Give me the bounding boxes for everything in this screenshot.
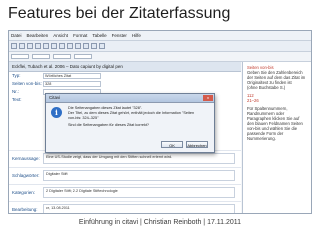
save-icon[interactable] — [27, 43, 33, 49]
page-check-dialog: Citavi x i Die Seitenangaben dieses Zita… — [45, 93, 215, 153]
dialog-question: Sind die Seitenangaben für dieses Zitat … — [68, 123, 150, 128]
detail-row-kategorien: Kategorien: 2 Digitaler Stift; 2.2 Digit… — [9, 184, 241, 201]
citavi-window: Datei Bearbeiten Ansicht Format Tabelle … — [8, 30, 312, 214]
menu-item-fenster[interactable]: Fenster — [112, 33, 127, 38]
menu-item-bearbeiten[interactable]: Bearbeiten — [27, 33, 49, 38]
dialog-message: Der Titel, zu dem dieses Zitat gehört, e… — [68, 110, 195, 115]
reference-header: Eckflei, Tubach et al. 2006 – Dato capiu… — [9, 62, 241, 72]
type-field[interactable]: Wörtliches Zitat — [43, 73, 101, 79]
editing-field[interactable]: cr, 13.08.2011 — [43, 204, 235, 213]
color-dropdown[interactable] — [74, 54, 92, 59]
keywords-label[interactable]: Schlagwörter: — [12, 173, 40, 178]
pages-field[interactable]: 328 — [43, 81, 101, 87]
menu-item-ansicht[interactable]: Ansicht — [53, 33, 68, 38]
info-icon: i — [51, 107, 62, 118]
pages-label[interactable]: Seiten von-bis: — [12, 81, 42, 86]
paste-icon[interactable] — [51, 43, 57, 49]
style-dropdown[interactable] — [11, 54, 29, 59]
cut-icon[interactable] — [35, 43, 41, 49]
new-icon[interactable] — [11, 43, 17, 49]
menu-item-datei[interactable]: Datei — [11, 33, 22, 38]
underline-icon[interactable] — [91, 43, 97, 49]
text-label: Text: — [12, 97, 22, 102]
help-sidepane: Seiten von-bis Geben Sie den Zahlenberei… — [242, 62, 311, 213]
form-row-type: Typ: Wörtliches Zitat — [9, 72, 241, 80]
categories-field[interactable]: 2 Digitaler Stift; 2.2 Digitale Stiftech… — [43, 187, 235, 198]
dialog-title: Citavi x — [46, 94, 214, 103]
italic-icon[interactable] — [83, 43, 89, 49]
menu-item-hilfe[interactable]: Hilfe — [132, 33, 141, 38]
kernaussage-label: Kernaussage: — [12, 156, 40, 161]
redo-icon[interactable] — [67, 43, 73, 49]
undo-icon[interactable] — [59, 43, 65, 49]
dialog-buttons: OK Abbrechen — [158, 141, 208, 148]
dialog-body: i Die Seitenangaben dieses Zitat lautet … — [46, 103, 214, 128]
kernaussage-field[interactable]: Eine US-Studie zeigt, dass der Umgang mi… — [43, 153, 235, 164]
type-label[interactable]: Typ: — [12, 73, 21, 78]
categories-label[interactable]: Kategorien: — [12, 190, 35, 195]
help-line: Nummerierung. — [247, 136, 276, 141]
open-icon[interactable] — [19, 43, 25, 49]
font-dropdown[interactable] — [32, 54, 50, 59]
search-icon[interactable] — [99, 43, 105, 49]
number-label: Nr.: — [12, 89, 20, 94]
menubar: Datei Bearbeiten Ansicht Format Tabelle … — [9, 31, 311, 41]
keywords-field[interactable]: Digitaler Stift — [43, 170, 235, 181]
ok-button[interactable]: OK — [161, 141, 183, 148]
form-row-pages: Seiten von-bis: 328 — [9, 80, 241, 88]
slide-title: Features bei der Zitaterfassung — [8, 5, 231, 22]
detail-row-schlagwoerter: Schlagwörter: Digitaler Stift — [9, 167, 241, 184]
toolbar — [9, 41, 311, 52]
menu-item-format[interactable]: Format — [73, 33, 87, 38]
quote-details: Kernaussage: Eine US-Studie zeigt, dass … — [9, 150, 241, 213]
slide-footer: Einführung in citavi | Christian Reinbot… — [78, 219, 242, 226]
detail-row-bearbeitung: Bearbeitung: cr, 13.08.2011 — [9, 201, 241, 213]
close-icon[interactable]: x — [203, 95, 213, 101]
bold-icon[interactable] — [75, 43, 81, 49]
format-toolbar — [9, 52, 311, 62]
size-dropdown[interactable] — [53, 54, 71, 59]
menu-item-tabelle[interactable]: Tabelle — [92, 33, 106, 38]
copy-icon[interactable] — [43, 43, 49, 49]
editing-label: Bearbeitung: — [12, 207, 38, 212]
cancel-button[interactable]: Abbrechen — [186, 141, 208, 148]
dialog-title-text: Citavi — [49, 95, 61, 100]
